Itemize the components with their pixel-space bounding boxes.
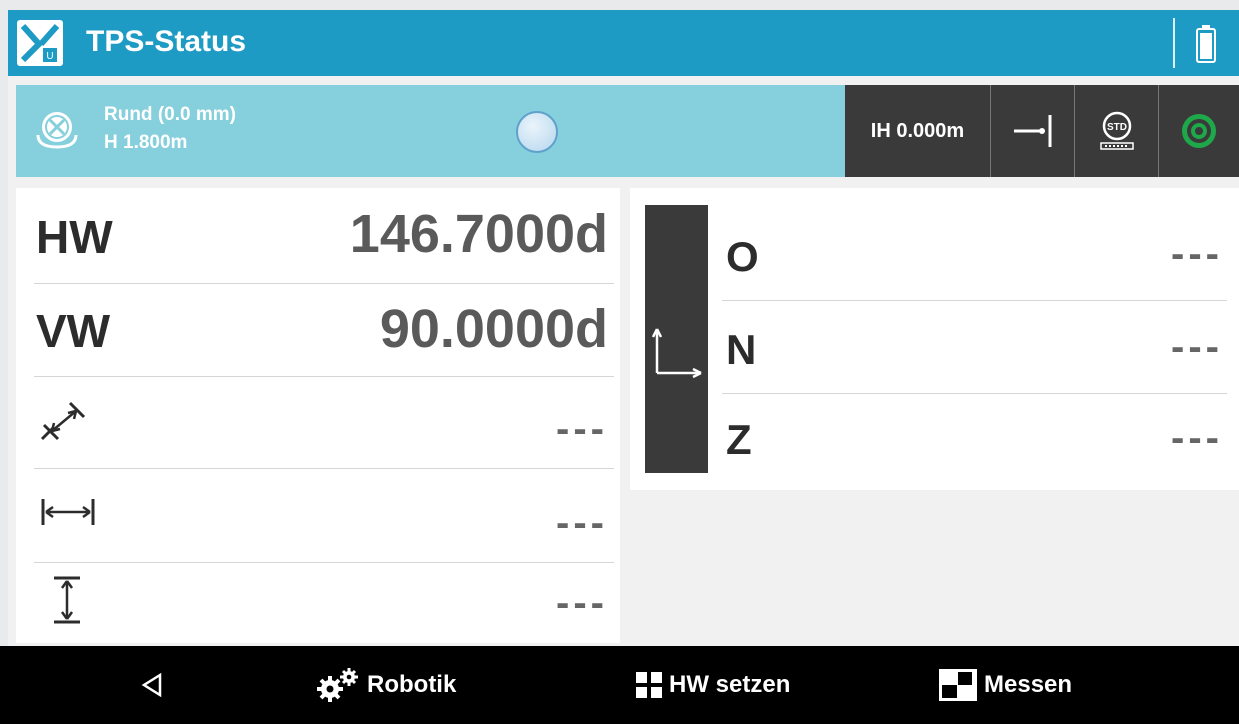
height-difference-icon — [52, 575, 82, 630]
grid-icon — [636, 672, 662, 698]
height-difference-value: --- — [556, 581, 608, 625]
robotik-button[interactable]: Robotik — [315, 646, 456, 724]
coordinate-system-button[interactable] — [645, 205, 708, 473]
v-angle-value: 90.0000d — [379, 299, 608, 359]
easting-value: --- — [1171, 232, 1223, 276]
instrument-height-text: H 1.800m — [104, 132, 188, 153]
slope-distance-value: --- — [556, 407, 608, 451]
prism-offset-icon — [1013, 115, 1051, 147]
level-status-text: Rund (0.0 mm) — [104, 104, 236, 125]
svg-text:STD: STD — [1107, 122, 1127, 133]
row-divider — [722, 393, 1227, 394]
svg-text:U: U — [46, 51, 53, 62]
std-mode-icon: STD — [1099, 111, 1134, 150]
header-divider — [1173, 18, 1175, 68]
target-button[interactable] — [1159, 85, 1239, 177]
height-difference-row: --- — [16, 563, 620, 643]
gears-icon — [317, 668, 358, 702]
angle-distance-panel: HW 146.7000d VW 90.0000d --- --- --- — [16, 188, 620, 643]
prism-offset-button[interactable] — [991, 85, 1075, 177]
instrument-status-bar: Rund (0.0 mm) H 1.800m IH 0.000m STD — [16, 85, 1239, 177]
v-angle-label: VW — [36, 305, 111, 357]
robotik-label: Robotik — [367, 671, 457, 698]
app-header: U TPS-Status — [8, 10, 1239, 76]
bottom-navigation: Robotik HW setzen Messen — [0, 646, 1239, 724]
row-divider — [722, 300, 1227, 301]
hw-setzen-label: HW setzen — [669, 671, 791, 698]
measure-icon — [939, 669, 977, 701]
messen-button[interactable]: Messen — [938, 646, 1072, 724]
hz-angle-row: HW 146.7000d — [16, 188, 620, 283]
elevation-label: Z — [726, 416, 752, 463]
bubble-level-icon — [516, 111, 558, 153]
coordinates-panel: O --- N --- Z --- — [630, 188, 1239, 490]
battery-icon[interactable] — [1196, 25, 1216, 63]
std-mode-button[interactable]: STD — [1075, 85, 1159, 177]
tilt-level-icon[interactable] — [32, 105, 82, 155]
target-icon — [1182, 114, 1216, 148]
slope-distance-row: --- — [16, 377, 620, 468]
back-icon — [141, 672, 162, 698]
northing-label: N — [726, 326, 757, 373]
slope-distance-icon — [40, 399, 90, 454]
page-title: TPS-Status — [86, 25, 247, 58]
back-button[interactable] — [140, 646, 170, 724]
hw-setzen-button[interactable]: HW setzen — [635, 646, 790, 724]
northing-value: --- — [1171, 325, 1223, 369]
app-logo-icon[interactable]: U — [17, 20, 63, 66]
axes-icon — [651, 328, 702, 379]
hz-angle-value: 146.7000d — [349, 204, 608, 264]
tps-status-screen: U TPS-Status Rund (0.0 mm) H 1.800m IH 0… — [8, 10, 1239, 724]
v-angle-row: VW 90.0000d — [16, 284, 620, 376]
horizontal-distance-icon — [40, 497, 96, 532]
easting-label: O — [726, 233, 759, 280]
horizontal-distance-row: --- — [16, 469, 620, 562]
messen-label: Messen — [984, 671, 1073, 698]
hz-angle-label: HW — [36, 211, 113, 263]
instrument-toolbar: IH 0.000m STD — [845, 85, 1239, 177]
elevation-value: --- — [1171, 416, 1223, 460]
instrument-height-button[interactable]: IH 0.000m — [845, 85, 991, 177]
horizontal-distance-value: --- — [556, 501, 608, 545]
